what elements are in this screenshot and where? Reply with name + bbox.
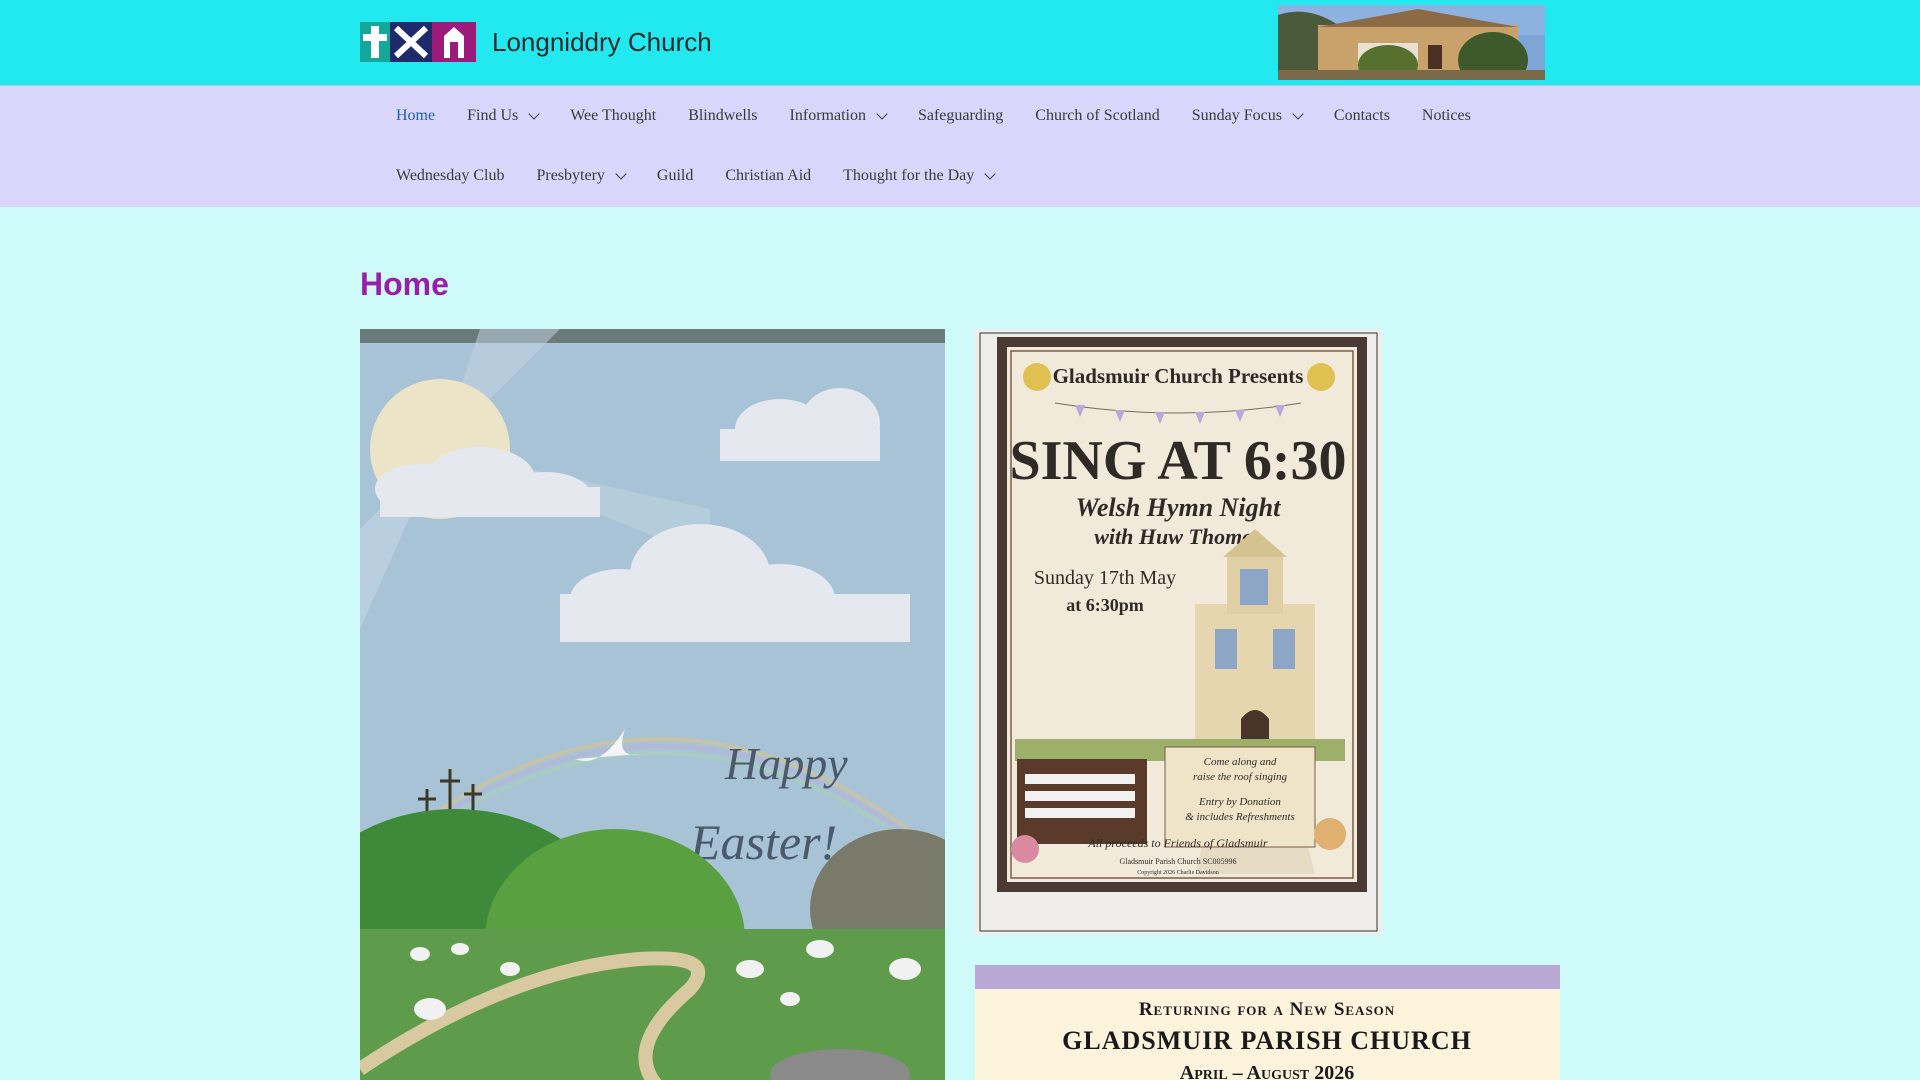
season-line2: GLADSMUIR PARISH CHURCH xyxy=(1062,1026,1472,1055)
nav-item-guild[interactable]: Guild xyxy=(641,167,709,185)
nav-item-label: Wee Thought xyxy=(570,107,657,124)
nav-item-label: Thought for the Day xyxy=(843,167,975,184)
poster-note3: Entry by Donation xyxy=(1198,796,1281,808)
poster-proceeds: All proceeds to Friends of Gladsmuir xyxy=(1087,836,1268,850)
church-logo[interactable] xyxy=(360,22,476,62)
easter-greeting-line1: Happy xyxy=(724,738,848,789)
poster-copyright: Copyright 2026 Charlie Davidson xyxy=(1137,870,1219,876)
chevron-down-icon[interactable] xyxy=(615,167,627,180)
poster-note4: & includes Refreshments xyxy=(1185,811,1295,823)
nav-row-primary: Home Find Us Wee Thought Blindwells Informat… xyxy=(380,86,1487,146)
site-header: Longniddry Church xyxy=(0,0,1920,85)
nav-item-label: Blindwells xyxy=(688,107,758,124)
nav-item-safeguarding[interactable]: Safeguarding xyxy=(902,107,1019,125)
poster-subtitle1: Welsh Hymn Night xyxy=(1076,493,1281,522)
nav-item-label: Guild xyxy=(656,167,694,184)
nav-item-sunday-focus[interactable]: Sunday Focus xyxy=(1176,107,1318,125)
easter-greeting-line2: Easter! xyxy=(689,814,837,870)
poster-charity: Gladsmuir Parish Church SC005996 xyxy=(1119,857,1236,866)
chevron-down-icon[interactable] xyxy=(984,167,996,180)
nav-row-secondary: Wednesday Club Presbytery Guild Christian A… xyxy=(380,146,1010,206)
nav-item-christian-aid[interactable]: Christian Aid xyxy=(709,167,827,185)
site-title[interactable]: Longniddry Church xyxy=(492,26,712,58)
nav-item-church-of-scotland[interactable]: Church of Scotland xyxy=(1019,107,1175,125)
nav-item-presbytery[interactable]: Presbytery xyxy=(520,167,640,185)
nav-item-label: Church of Scotland xyxy=(1035,107,1160,124)
nav-item-label: Notices xyxy=(1421,107,1471,124)
nav-item-wee-thought[interactable]: Wee Thought xyxy=(554,107,672,125)
poster-note1: Come along and xyxy=(1204,756,1277,768)
season-line1: Returning for a New Season xyxy=(1139,999,1395,1020)
nav-item-label: Presbytery xyxy=(536,167,605,184)
nav-item-thought-for-the-day[interactable]: Thought for the Day xyxy=(827,167,1010,185)
nav-item-find-us[interactable]: Find Us xyxy=(451,107,554,125)
nav-item-wednesday-club[interactable]: Wednesday Club xyxy=(380,167,520,185)
nav-item-blindwells[interactable]: Blindwells xyxy=(672,107,773,125)
nav-item-home[interactable]: Home xyxy=(380,107,451,125)
easter-card-image: Happy Easter! xyxy=(360,329,945,1080)
nav-item-notices[interactable]: Notices xyxy=(1406,107,1487,125)
nav-item-label: Wednesday Club xyxy=(396,167,505,184)
chevron-down-icon[interactable] xyxy=(528,107,540,120)
nav-item-contacts[interactable]: Contacts xyxy=(1318,107,1406,125)
nav-item-label: Christian Aid xyxy=(725,167,812,184)
nav-item-label: Safeguarding xyxy=(917,107,1004,124)
nav-item-information[interactable]: Information xyxy=(774,107,902,125)
sing-at-630-poster: Gladsmuir Church Presents SING AT 6:30 W… xyxy=(975,329,1382,935)
nav-item-label: Find Us xyxy=(467,107,519,124)
nav-item-label: Contacts xyxy=(1333,107,1390,124)
main-navigation: Home Find Us Wee Thought Blindwells Informat… xyxy=(0,85,1920,207)
poster-note2: raise the roof singing xyxy=(1193,771,1288,783)
poster-time: at 6:30pm xyxy=(1066,595,1144,615)
poster-headline: SING AT 6:30 xyxy=(1009,430,1346,492)
poster-presenter: Gladsmuir Church Presents xyxy=(1053,364,1304,388)
new-season-poster: Returning for a New Season GLADSMUIR PAR… xyxy=(975,965,1560,1080)
chevron-down-icon[interactable] xyxy=(1292,107,1304,120)
church-photo xyxy=(1278,5,1545,80)
nav-item-label: Sunday Focus xyxy=(1191,107,1282,124)
season-line3: April – August 2026 xyxy=(1180,1062,1354,1080)
chevron-down-icon[interactable] xyxy=(876,107,888,120)
poster-date: Sunday 17th May xyxy=(1034,567,1176,589)
nav-item-label: Home xyxy=(396,107,436,124)
page-title: Home xyxy=(360,266,449,302)
nav-item-label: Information xyxy=(789,107,866,124)
